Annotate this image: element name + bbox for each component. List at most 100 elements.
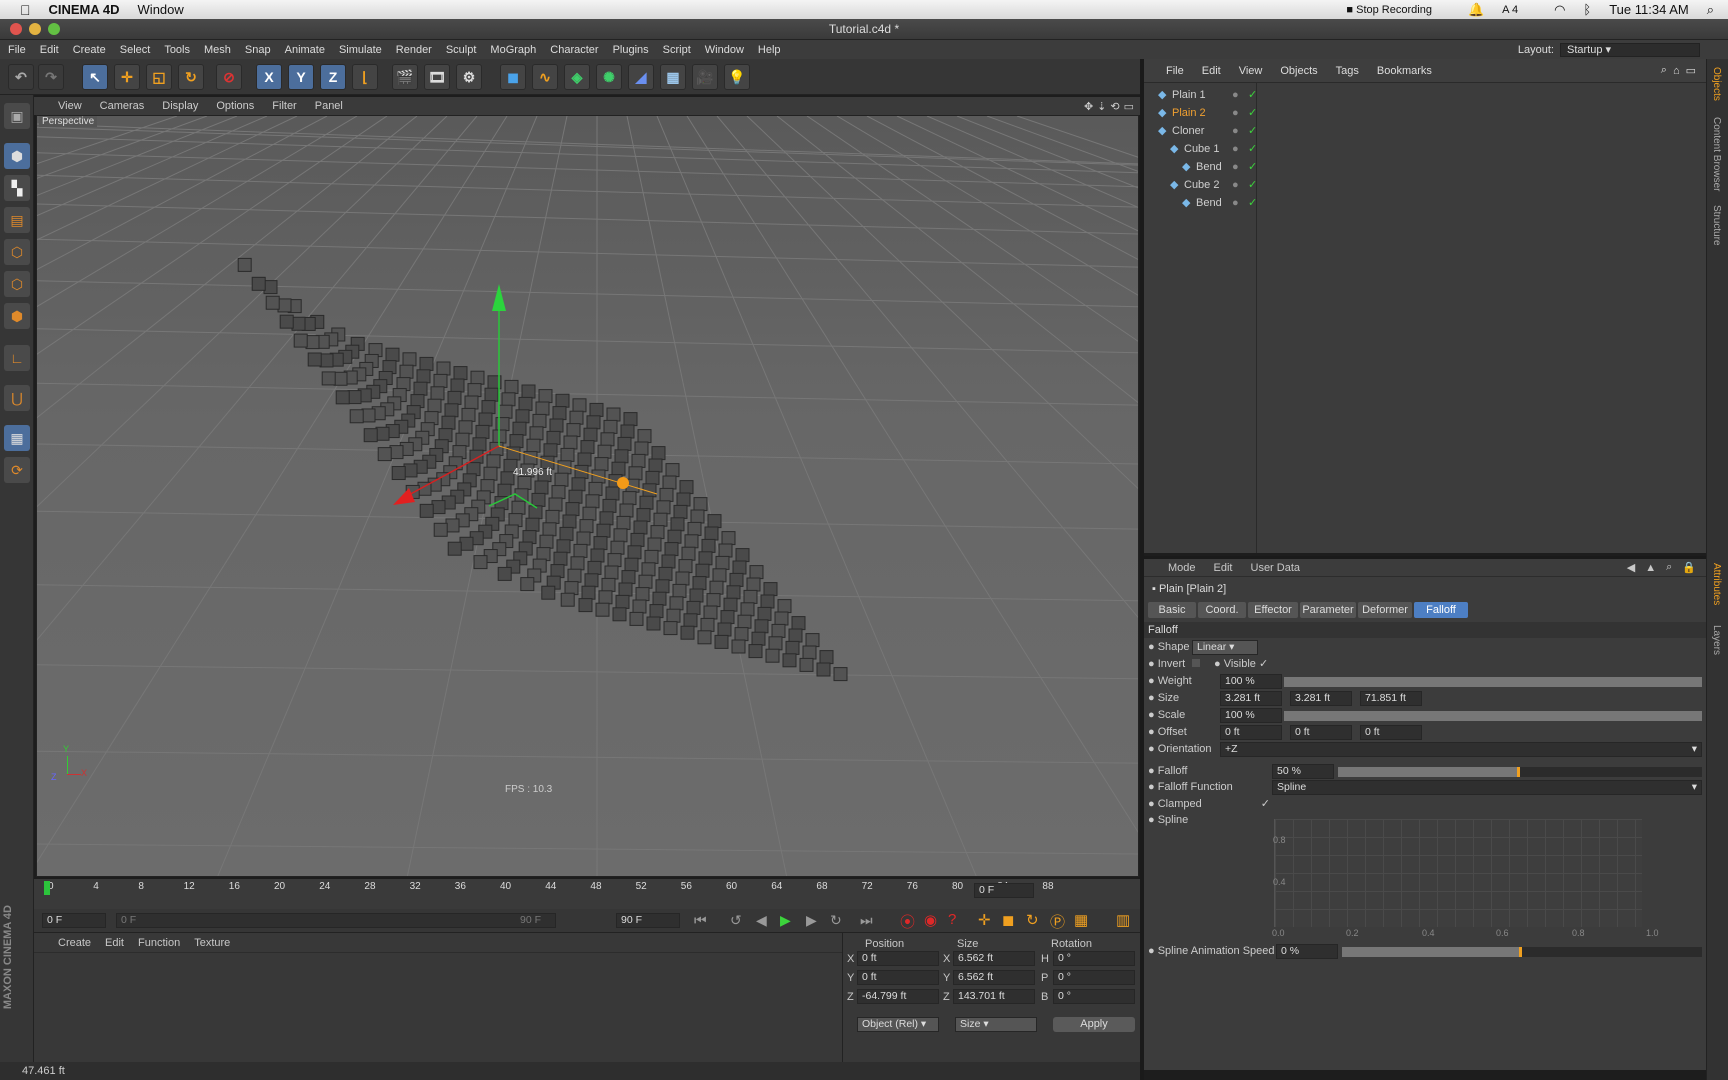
om-new-view-icon[interactable]: ▭ <box>1686 64 1696 77</box>
object-row[interactable]: ◆ Cube 1 ● ✓ <box>1144 140 1706 158</box>
am-up-icon[interactable]: ▲ <box>1645 562 1656 574</box>
spotlight-icon[interactable]: ⌕ <box>1707 2 1714 18</box>
viewport-rotate-icon[interactable]: ⟲ <box>1110 100 1119 113</box>
om-search-icon[interactable]: ⌕ <box>1661 64 1667 77</box>
shape-select[interactable]: Linear ▾ <box>1192 640 1258 655</box>
falloff-slider[interactable] <box>1338 767 1702 777</box>
light-icon[interactable]: 💡 <box>724 64 750 90</box>
window-menu[interactable]: Window <box>138 2 184 17</box>
size-field[interactable]: 6.562 ft <box>953 970 1035 985</box>
menu-character[interactable]: Character <box>550 44 598 56</box>
render-settings-icon[interactable]: ⚙ <box>456 64 482 90</box>
menu-file[interactable]: File <box>8 44 26 56</box>
x-axis-lock-button[interactable]: X <box>256 64 282 90</box>
scheme-icon[interactable]: ▥ <box>1116 911 1130 929</box>
position-field[interactable]: -64.799 ft <box>857 989 939 1004</box>
am-search-icon[interactable]: ⌕ <box>1666 561 1672 574</box>
object-name[interactable]: Cloner <box>1172 122 1204 140</box>
rotation-field[interactable]: 0 ° <box>1053 989 1135 1004</box>
object-row[interactable]: ◆ Plain 2 ● ✓ <box>1144 104 1706 122</box>
invert-checkbox[interactable] <box>1192 659 1201 667</box>
material-menu-function[interactable]: Function <box>138 937 180 949</box>
texture-mode-icon[interactable]: ▚ <box>4 175 30 201</box>
visibility-dot-icon[interactable]: ● <box>1232 194 1239 212</box>
clamped-checkbox[interactable]: ✓ <box>1261 798 1270 810</box>
material-menu-edit[interactable]: Edit <box>105 937 124 949</box>
camera-icon[interactable]: 🎥 <box>692 64 718 90</box>
size-z-field[interactable]: 71.851 ft <box>1360 691 1422 706</box>
object-row[interactable]: ◆ Cube 2 ● ✓ <box>1144 176 1706 194</box>
apply-button[interactable]: Apply <box>1053 1017 1135 1032</box>
redo-icon[interactable]: ↷ <box>38 64 64 90</box>
visibility-dot-icon[interactable]: ● <box>1232 176 1239 194</box>
offset-z-field[interactable]: 0 ft <box>1360 725 1422 740</box>
zoom-window-icon[interactable] <box>48 23 60 35</box>
key-pla-icon[interactable]: ▦ <box>1074 911 1088 929</box>
menu-plugins[interactable]: Plugins <box>613 44 649 56</box>
side-tab-objects[interactable]: Objects <box>1711 67 1722 101</box>
am-menu-mode[interactable]: Mode <box>1168 562 1196 574</box>
viewport-scene[interactable]: 41.996 ft <box>37 116 1139 877</box>
viewport-menu-options[interactable]: Options <box>216 100 254 112</box>
nurbs-icon[interactable]: ◈ <box>564 64 590 90</box>
viewport-zoom-icon[interactable]: ⇣ <box>1097 100 1106 113</box>
undo-icon[interactable]: ↶ <box>8 64 34 90</box>
menu-create[interactable]: Create <box>73 44 106 56</box>
viewport-menu-cameras[interactable]: Cameras <box>100 100 145 112</box>
menu-window[interactable]: Window <box>705 44 744 56</box>
om-menu-file[interactable]: File <box>1166 65 1184 77</box>
previous-key-icon[interactable]: ↺ <box>730 912 742 929</box>
points-mode-icon[interactable]: ⬡ <box>4 239 30 265</box>
menu-script[interactable]: Script <box>663 44 691 56</box>
visibility-dot-icon[interactable]: ● <box>1232 140 1239 158</box>
om-home-icon[interactable]: ⌂ <box>1673 65 1680 77</box>
apple-icon[interactable]:  <box>20 2 31 18</box>
object-name[interactable]: Plain 1 <box>1172 86 1206 104</box>
orientation-select[interactable]: +Z ▾ <box>1220 742 1702 757</box>
tab-basic[interactable]: Basic <box>1148 602 1196 618</box>
edges-mode-icon[interactable]: ⬡ <box>4 271 30 297</box>
key-position-icon[interactable]: ✛ <box>978 911 991 929</box>
om-menu-view[interactable]: View <box>1239 65 1263 77</box>
locked-workplane-icon[interactable]: ⟳ <box>4 457 30 483</box>
material-menu-create[interactable]: Create <box>58 937 91 949</box>
visibility-dot-icon[interactable]: ● <box>1232 104 1239 122</box>
start-frame-field[interactable]: 0 F <box>42 913 106 928</box>
rotation-field[interactable]: 0 ° <box>1053 970 1135 985</box>
notification-bell-icon[interactable]: 🔔 <box>1468 2 1484 18</box>
menu-edit[interactable]: Edit <box>40 44 59 56</box>
weight-slider[interactable] <box>1284 677 1702 687</box>
om-menu-objects[interactable]: Objects <box>1280 65 1317 77</box>
position-field[interactable]: 0 ft <box>857 951 939 966</box>
key-rotation-icon[interactable]: ↻ <box>1026 911 1039 929</box>
object-name[interactable]: Bend <box>1196 158 1222 176</box>
go-to-end-icon[interactable]: ⏭ <box>860 912 873 929</box>
tab-deformer[interactable]: Deformer <box>1358 602 1412 618</box>
app-menu[interactable]: CINEMA 4D <box>49 2 120 17</box>
om-menu-tags[interactable]: Tags <box>1336 65 1359 77</box>
coord-mode-select[interactable]: Object (Rel) ▾ <box>857 1017 939 1032</box>
menu-tools[interactable]: Tools <box>164 44 190 56</box>
scale-field[interactable]: 100 % <box>1220 708 1282 723</box>
tab-falloff[interactable]: Falloff <box>1414 602 1468 618</box>
weight-field[interactable]: 100 % <box>1220 674 1282 689</box>
object-row[interactable]: ◆ Cloner ● ✓ <box>1144 122 1706 140</box>
floor-icon[interactable]: ▦ <box>660 64 686 90</box>
spline-icon[interactable]: ∿ <box>532 64 558 90</box>
size-mode-select[interactable]: Size ▾ <box>955 1017 1037 1032</box>
tab-parameter[interactable]: Parameter <box>1300 602 1356 618</box>
object-row[interactable]: ◆ Bend ● ✓ <box>1144 158 1706 176</box>
menu-sculpt[interactable]: Sculpt <box>446 44 477 56</box>
offset-y-field[interactable]: 0 ft <box>1290 725 1352 740</box>
am-menu-edit[interactable]: Edit <box>1214 562 1233 574</box>
recent-tool-icon[interactable]: ⊘ <box>216 64 242 90</box>
am-menu-userdata[interactable]: User Data <box>1251 562 1301 574</box>
go-to-start-icon[interactable]: ⏮ <box>694 912 707 929</box>
side-tab-layers[interactable]: Layers <box>1711 625 1722 655</box>
size-y-field[interactable]: 3.281 ft <box>1290 691 1352 706</box>
material-menu-texture[interactable]: Texture <box>194 937 230 949</box>
object-name[interactable]: Cube 2 <box>1184 176 1219 194</box>
current-frame-field[interactable]: 0 F <box>974 883 1034 898</box>
side-tab-structure[interactable]: Structure <box>1711 205 1722 246</box>
move-tool-icon[interactable]: ✛ <box>114 64 140 90</box>
